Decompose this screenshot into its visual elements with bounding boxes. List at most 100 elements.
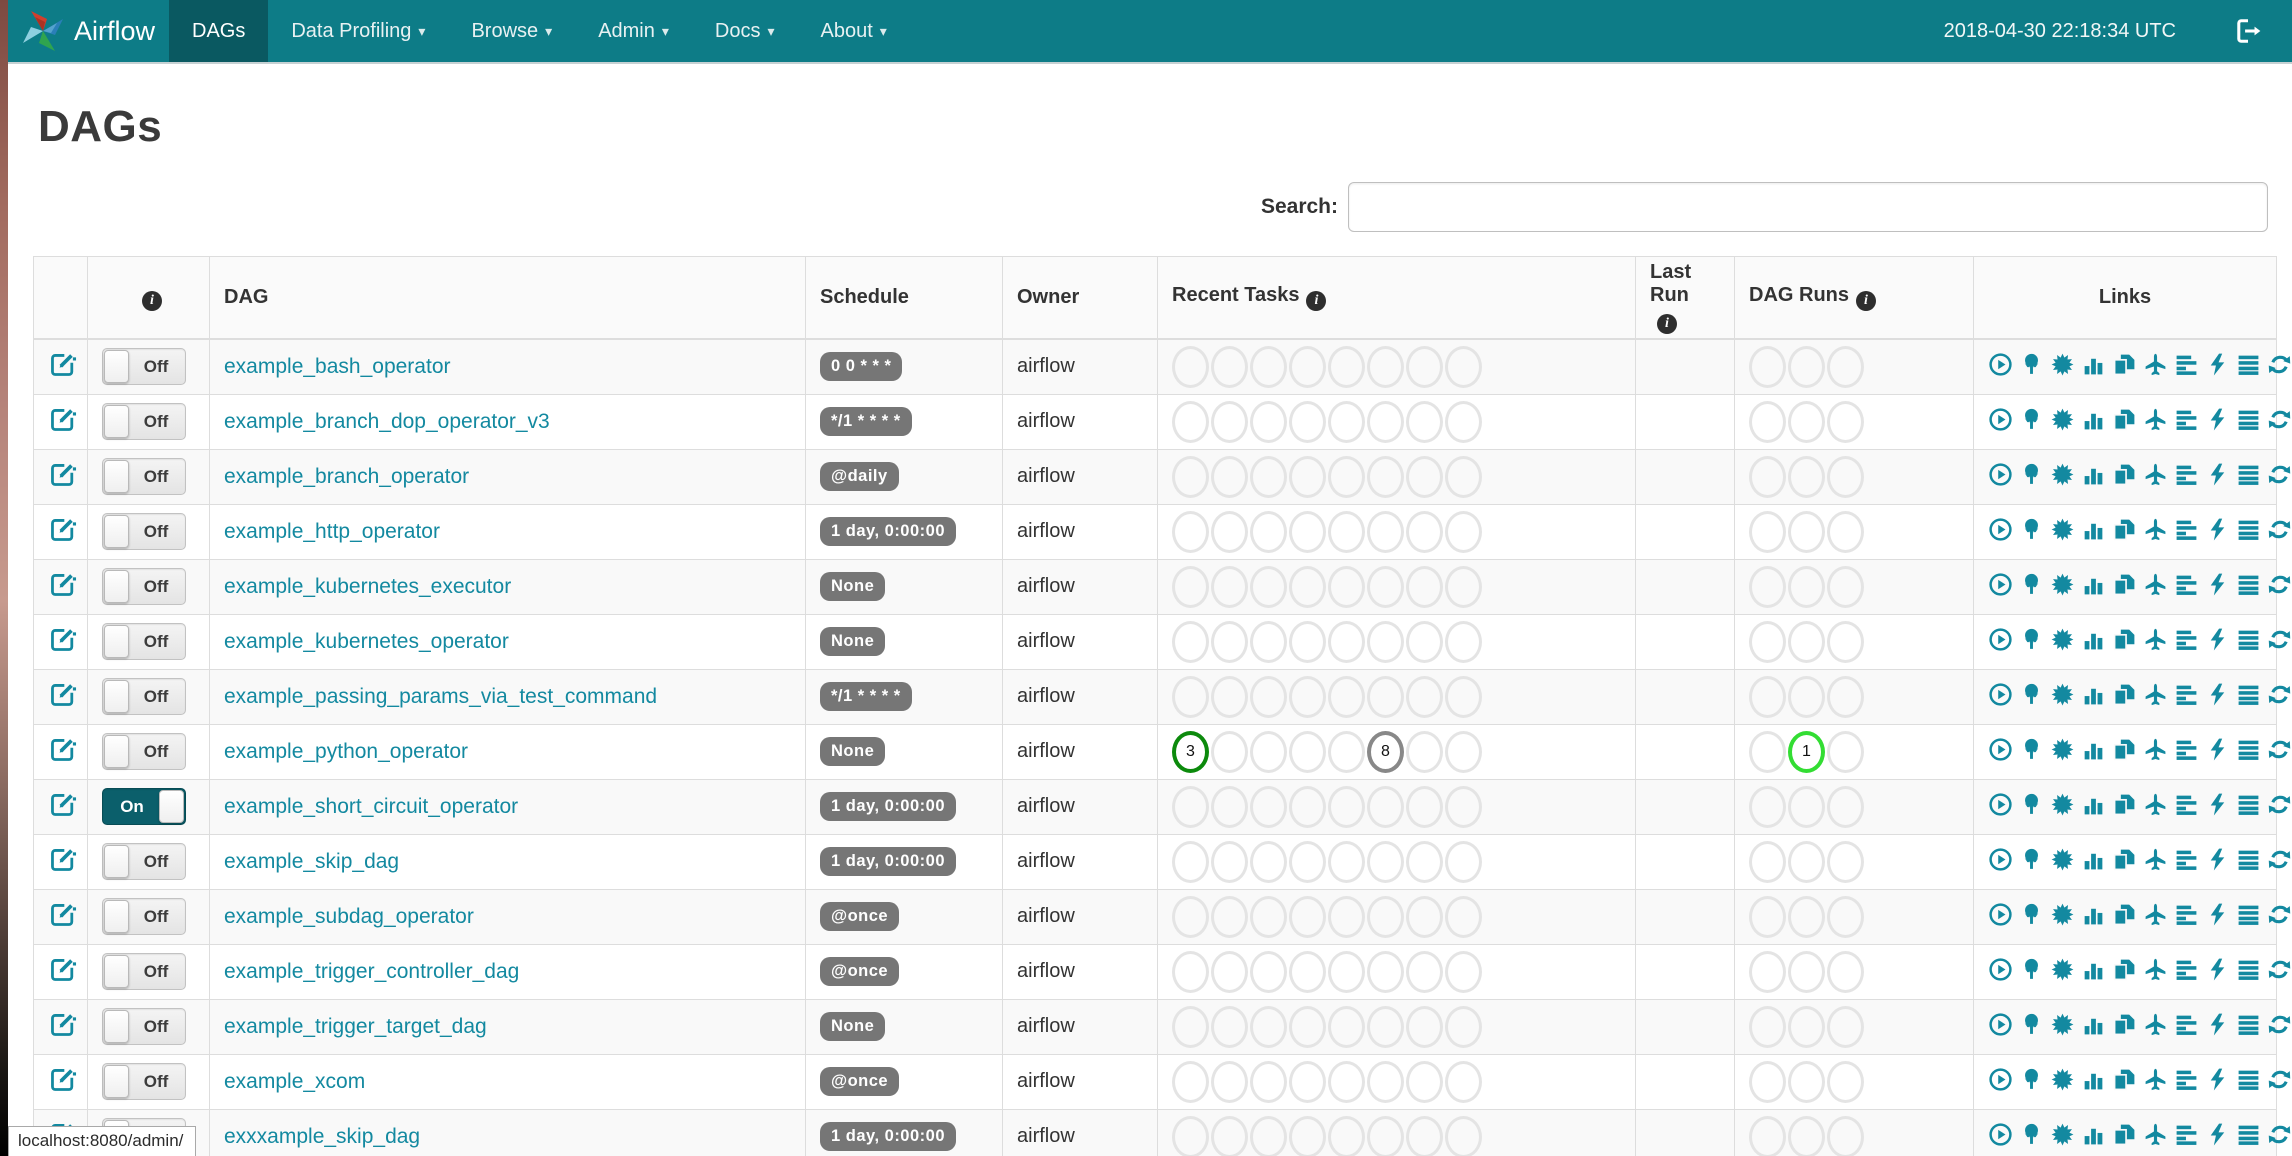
dag-pause-toggle[interactable]: Off xyxy=(102,348,186,386)
plane-icon[interactable] xyxy=(2143,847,2168,872)
bolt-icon[interactable] xyxy=(2205,792,2230,817)
dag-link[interactable]: example_short_circuit_operator xyxy=(224,795,518,818)
bolt-icon[interactable] xyxy=(2205,1012,2230,1037)
play-circle-icon[interactable] xyxy=(1988,462,2013,487)
bar-chart-icon[interactable] xyxy=(2081,407,2106,432)
refresh-icon[interactable] xyxy=(2267,737,2292,762)
duplicate-icon[interactable] xyxy=(2112,462,2137,487)
plane-icon[interactable] xyxy=(2143,792,2168,817)
duplicate-icon[interactable] xyxy=(2112,572,2137,597)
graph-burst-icon[interactable] xyxy=(2050,352,2075,377)
tree-icon[interactable] xyxy=(2019,792,2044,817)
duplicate-icon[interactable] xyxy=(2112,957,2137,982)
duplicate-icon[interactable] xyxy=(2112,1012,2137,1037)
dag-link[interactable]: example_branch_operator xyxy=(224,465,469,488)
play-circle-icon[interactable] xyxy=(1988,407,2013,432)
graph-burst-icon[interactable] xyxy=(2050,1122,2075,1147)
dag-pause-toggle[interactable]: Off xyxy=(102,733,186,770)
gantt-icon[interactable] xyxy=(2174,627,2199,652)
refresh-icon[interactable] xyxy=(2267,517,2292,542)
duplicate-icon[interactable] xyxy=(2112,1122,2137,1147)
schedule-badge[interactable]: None xyxy=(820,737,886,766)
list-icon[interactable] xyxy=(2236,737,2261,762)
gantt-icon[interactable] xyxy=(2174,407,2199,432)
plane-icon[interactable] xyxy=(2143,407,2168,432)
schedule-badge[interactable]: @once xyxy=(820,1067,900,1096)
dag-pause-toggle[interactable]: Off xyxy=(102,678,186,715)
edit-dag-icon[interactable] xyxy=(48,845,77,874)
plane-icon[interactable] xyxy=(2143,1122,2168,1147)
graph-burst-icon[interactable] xyxy=(2050,462,2075,487)
play-circle-icon[interactable] xyxy=(1988,517,2013,542)
refresh-icon[interactable] xyxy=(2267,407,2292,432)
gantt-icon[interactable] xyxy=(2174,792,2199,817)
bolt-icon[interactable] xyxy=(2205,957,2230,982)
schedule-badge[interactable]: 0 0 * * * xyxy=(820,352,903,382)
edit-dag-icon[interactable] xyxy=(48,1010,77,1039)
dag-link[interactable]: example_subdag_operator xyxy=(224,905,474,928)
dag-link[interactable]: exxxample_skip_dag xyxy=(224,1125,420,1148)
list-icon[interactable] xyxy=(2236,572,2261,597)
play-circle-icon[interactable] xyxy=(1988,1122,2013,1147)
plane-icon[interactable] xyxy=(2143,352,2168,377)
bar-chart-icon[interactable] xyxy=(2081,572,2106,597)
gantt-icon[interactable] xyxy=(2174,847,2199,872)
gantt-icon[interactable] xyxy=(2174,737,2199,762)
dag-link[interactable]: example_kubernetes_executor xyxy=(224,575,511,598)
dag-link[interactable]: example_xcom xyxy=(224,1070,365,1093)
header-dag[interactable]: DAG xyxy=(209,256,806,340)
plane-icon[interactable] xyxy=(2143,1012,2168,1037)
play-circle-icon[interactable] xyxy=(1988,352,2013,377)
tree-icon[interactable] xyxy=(2019,627,2044,652)
list-icon[interactable] xyxy=(2236,352,2261,377)
bolt-icon[interactable] xyxy=(2205,1122,2230,1147)
task-state-circle[interactable]: 3 xyxy=(1172,730,1209,773)
plane-icon[interactable] xyxy=(2143,682,2168,707)
play-circle-icon[interactable] xyxy=(1988,792,2013,817)
bolt-icon[interactable] xyxy=(2205,407,2230,432)
dag-pause-toggle[interactable]: Off xyxy=(102,1008,186,1045)
tree-icon[interactable] xyxy=(2019,572,2044,597)
refresh-icon[interactable] xyxy=(2267,847,2292,872)
bar-chart-icon[interactable] xyxy=(2081,627,2106,652)
bar-chart-icon[interactable] xyxy=(2081,352,2106,377)
tree-icon[interactable] xyxy=(2019,1122,2044,1147)
gantt-icon[interactable] xyxy=(2174,1012,2199,1037)
schedule-badge[interactable]: */1 * * * * xyxy=(820,682,912,711)
schedule-badge[interactable]: None xyxy=(820,572,886,601)
gantt-icon[interactable] xyxy=(2174,902,2199,927)
dag-link[interactable]: example_kubernetes_operator xyxy=(224,630,509,653)
refresh-icon[interactable] xyxy=(2267,572,2292,597)
dag-pause-toggle[interactable]: Off xyxy=(102,623,186,660)
bolt-icon[interactable] xyxy=(2205,1067,2230,1092)
dag-pause-toggle[interactable]: Off xyxy=(102,1063,186,1100)
graph-burst-icon[interactable] xyxy=(2050,517,2075,542)
logout-icon[interactable] xyxy=(2234,17,2262,45)
plane-icon[interactable] xyxy=(2143,957,2168,982)
dag-pause-toggle[interactable]: Off xyxy=(102,843,186,880)
edit-dag-icon[interactable] xyxy=(48,680,77,709)
plane-icon[interactable] xyxy=(2143,627,2168,652)
graph-burst-icon[interactable] xyxy=(2050,737,2075,762)
bar-chart-icon[interactable] xyxy=(2081,1122,2106,1147)
edit-dag-icon[interactable] xyxy=(48,790,77,819)
bolt-icon[interactable] xyxy=(2205,847,2230,872)
refresh-icon[interactable] xyxy=(2267,462,2292,487)
schedule-badge[interactable]: None xyxy=(820,1012,886,1041)
refresh-icon[interactable] xyxy=(2267,627,2292,652)
schedule-badge[interactable]: 1 day, 0:00:00 xyxy=(820,792,957,821)
list-icon[interactable] xyxy=(2236,627,2261,652)
nav-item-admin[interactable]: Admin ▾ xyxy=(575,0,692,62)
plane-icon[interactable] xyxy=(2143,462,2168,487)
tree-icon[interactable] xyxy=(2019,517,2044,542)
list-icon[interactable] xyxy=(2236,902,2261,927)
duplicate-icon[interactable] xyxy=(2112,682,2137,707)
duplicate-icon[interactable] xyxy=(2112,737,2137,762)
duplicate-icon[interactable] xyxy=(2112,1067,2137,1092)
edit-dag-icon[interactable] xyxy=(48,515,77,544)
edit-dag-icon[interactable] xyxy=(48,735,77,764)
bolt-icon[interactable] xyxy=(2205,517,2230,542)
duplicate-icon[interactable] xyxy=(2112,902,2137,927)
tree-icon[interactable] xyxy=(2019,737,2044,762)
play-circle-icon[interactable] xyxy=(1988,957,2013,982)
